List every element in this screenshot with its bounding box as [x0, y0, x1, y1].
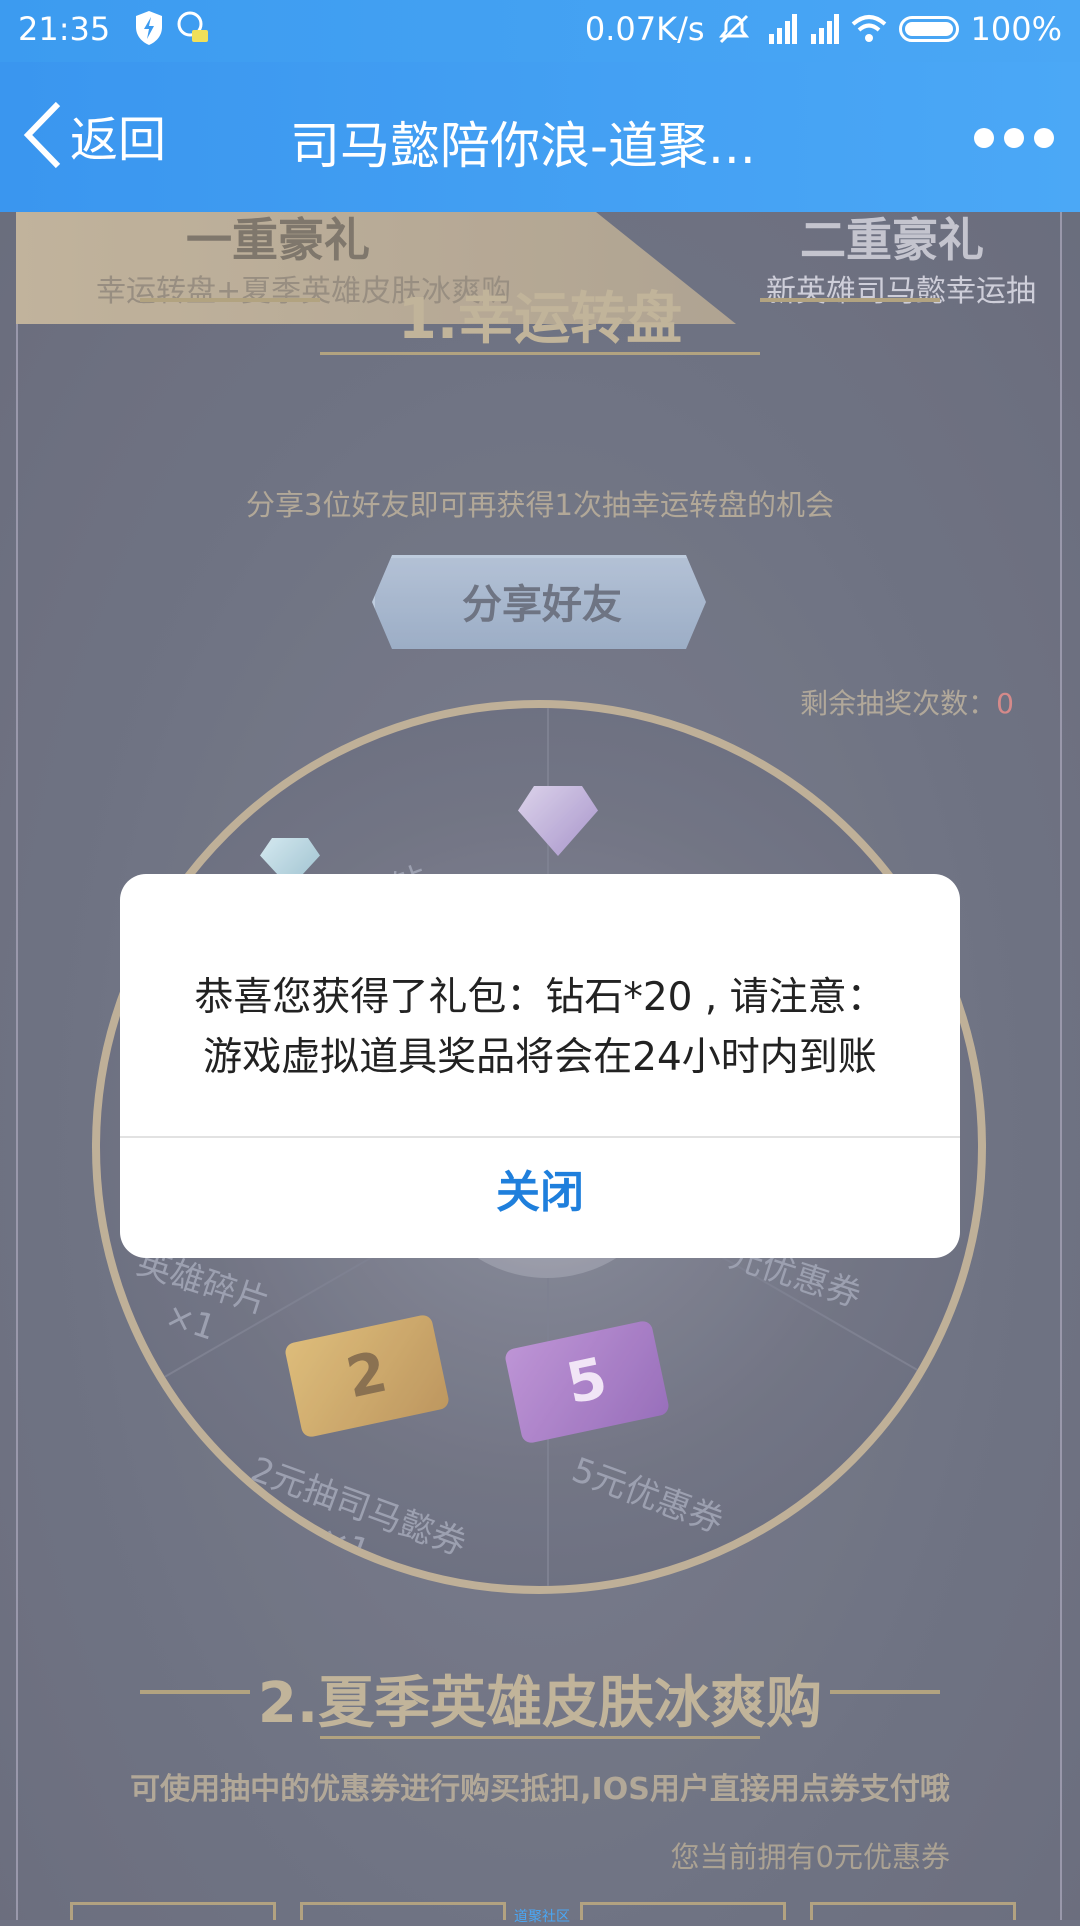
- dialog-message-line1: 恭喜您获得了礼包：钻石*20 , 请注意：: [194, 975, 886, 1020]
- qq-assistant-icon: [177, 11, 208, 42]
- close-button[interactable]: 关闭: [120, 1138, 960, 1258]
- status-left-icons: [134, 10, 210, 46]
- more-dots-icon[interactable]: [974, 128, 1054, 148]
- battery-icon: [898, 16, 959, 42]
- prize-dialog: 恭喜您获得了礼包：钻石*20 , 请注意： 游戏虚拟道具奖品将会在24小时内到账…: [120, 874, 960, 1258]
- status-right: 0.07K/s 100%: [585, 10, 1062, 48]
- shield-bolt-icon: [136, 11, 162, 45]
- network-speed: 0.07K/s: [584, 10, 705, 48]
- signal-icon: [810, 14, 839, 44]
- hd-signal-icon: [768, 14, 797, 44]
- dialog-message-line2: 游戏虚拟道具奖品将会在24小时内到账: [203, 1035, 877, 1080]
- dialog-message: 恭喜您获得了礼包：钻石*20 , 请注意： 游戏虚拟道具奖品将会在24小时内到账: [120, 968, 960, 1088]
- chevron-left-icon: [23, 101, 61, 169]
- back-button[interactable]: 返回: [20, 100, 166, 170]
- status-time: 21:35: [18, 10, 111, 48]
- status-bar: 21:35 0.07K/s 100%: [0, 0, 1080, 62]
- mute-icon: [718, 14, 749, 44]
- page-title: 司马懿陪你浪-道聚...: [290, 117, 756, 175]
- back-label: 返回: [70, 112, 167, 168]
- nav-bar: 返回 司马懿陪你浪-道聚...: [0, 62, 1080, 212]
- wifi-icon: [851, 15, 886, 42]
- battery-level: 100%: [970, 10, 1062, 48]
- community-link[interactable]: 道聚社区: [514, 1906, 570, 1926]
